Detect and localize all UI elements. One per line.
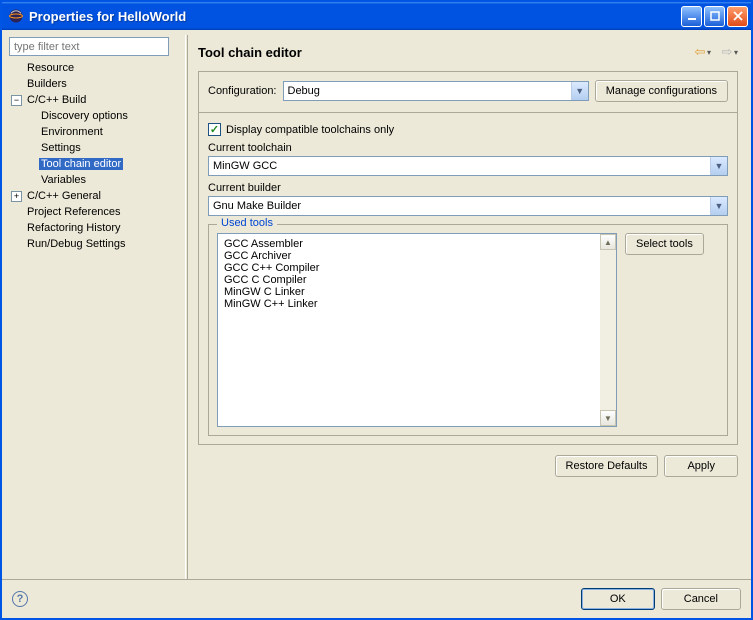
toolchain-value: MinGW GCC: [213, 160, 277, 172]
property-tree[interactable]: Resource Builders −C/C++ Build Discovery…: [9, 60, 185, 579]
tree-ccpp-build[interactable]: C/C++ Build: [25, 94, 88, 106]
builder-label: Current builder: [208, 182, 728, 194]
list-item[interactable]: GCC Archiver: [224, 250, 610, 262]
eclipse-icon: [8, 8, 24, 24]
chevron-down-icon: ▼: [710, 197, 727, 215]
restore-defaults-button[interactable]: Restore Defaults: [555, 455, 659, 477]
maximize-button[interactable]: [704, 6, 725, 27]
tree-discovery[interactable]: Discovery options: [39, 110, 130, 122]
back-icon[interactable]: ⇦: [692, 44, 708, 60]
expand-icon[interactable]: +: [11, 191, 22, 202]
used-tools-fieldset: Used tools GCC Assembler GCC Archiver GC…: [208, 224, 728, 436]
configuration-combo[interactable]: Debug ▼: [283, 81, 589, 101]
tree-variables[interactable]: Variables: [39, 174, 88, 186]
cancel-button[interactable]: Cancel: [661, 588, 741, 610]
scroll-up-icon[interactable]: ▲: [600, 234, 616, 250]
forward-icon: ⇨: [719, 44, 735, 60]
list-item[interactable]: GCC C Compiler: [224, 274, 610, 286]
list-item[interactable]: GCC Assembler: [224, 238, 610, 250]
builder-combo[interactable]: Gnu Make Builder ▼: [208, 196, 728, 216]
configuration-label: Configuration:: [208, 85, 277, 97]
minimize-button[interactable]: [681, 6, 702, 27]
content-group: Configuration: Debug ▼ Manage configurat…: [198, 71, 738, 445]
compat-checkbox[interactable]: ✓: [208, 123, 221, 136]
tree-ccpp-general[interactable]: C/C++ General: [25, 190, 103, 202]
dialog-footer: ? OK Cancel: [2, 579, 751, 618]
compat-row: ✓ Display compatible toolchains only: [208, 123, 728, 136]
tree-refactoring[interactable]: Refactoring History: [25, 222, 123, 234]
select-tools-button[interactable]: Select tools: [625, 233, 704, 255]
scroll-down-icon[interactable]: ▼: [600, 410, 616, 426]
right-panel: Tool chain editor ⇦▾ ⇨▾ Configuration: D…: [188, 35, 746, 579]
back-dropdown-icon[interactable]: ▾: [707, 48, 711, 57]
tree-toolchain-editor[interactable]: Tool chain editor: [39, 158, 123, 170]
tree-builders[interactable]: Builders: [25, 78, 69, 90]
ok-button[interactable]: OK: [581, 588, 655, 610]
builder-value: Gnu Make Builder: [213, 200, 301, 212]
chevron-down-icon: ▼: [710, 157, 727, 175]
titlebar[interactable]: Properties for HelloWorld: [2, 2, 751, 30]
used-tools-list[interactable]: GCC Assembler GCC Archiver GCC C++ Compi…: [217, 233, 617, 427]
compat-label: Display compatible toolchains only: [226, 124, 394, 136]
main-split: Resource Builders −C/C++ Build Discovery…: [2, 30, 751, 579]
page-buttons: Restore Defaults Apply: [198, 455, 738, 477]
properties-dialog: Properties for HelloWorld Resource Build…: [0, 0, 753, 620]
close-button[interactable]: [727, 6, 748, 27]
filter-input[interactable]: [9, 37, 169, 56]
dialog-body: Resource Builders −C/C++ Build Discovery…: [2, 30, 751, 618]
page-title: Tool chain editor: [198, 45, 692, 60]
list-item[interactable]: GCC C++ Compiler: [224, 262, 610, 274]
list-item[interactable]: MinGW C Linker: [224, 286, 610, 298]
help-icon[interactable]: ?: [12, 591, 28, 607]
toolchain-label: Current toolchain: [208, 142, 728, 154]
tree-settings[interactable]: Settings: [39, 142, 83, 154]
configuration-row: Configuration: Debug ▼ Manage configurat…: [208, 80, 728, 102]
apply-button[interactable]: Apply: [664, 455, 738, 477]
list-item[interactable]: MinGW C++ Linker: [224, 298, 610, 310]
fwd-dropdown-icon: ▾: [734, 48, 738, 57]
window-title: Properties for HelloWorld: [29, 9, 681, 24]
used-tools-legend: Used tools: [217, 217, 277, 229]
tree-rundebug[interactable]: Run/Debug Settings: [25, 238, 127, 250]
tree-environment[interactable]: Environment: [39, 126, 105, 138]
configuration-value: Debug: [288, 85, 320, 97]
tree-project-refs[interactable]: Project References: [25, 206, 123, 218]
manage-configurations-button[interactable]: Manage configurations: [595, 80, 728, 102]
toolchain-combo[interactable]: MinGW GCC ▼: [208, 156, 728, 176]
page-header: Tool chain editor ⇦▾ ⇨▾: [198, 35, 738, 69]
tree-resource[interactable]: Resource: [25, 62, 76, 74]
left-panel: Resource Builders −C/C++ Build Discovery…: [7, 35, 185, 579]
scrollbar[interactable]: ▲ ▼: [600, 234, 616, 426]
expand-icon[interactable]: −: [11, 95, 22, 106]
chevron-down-icon: ▼: [571, 82, 588, 100]
window-controls: [681, 6, 748, 27]
